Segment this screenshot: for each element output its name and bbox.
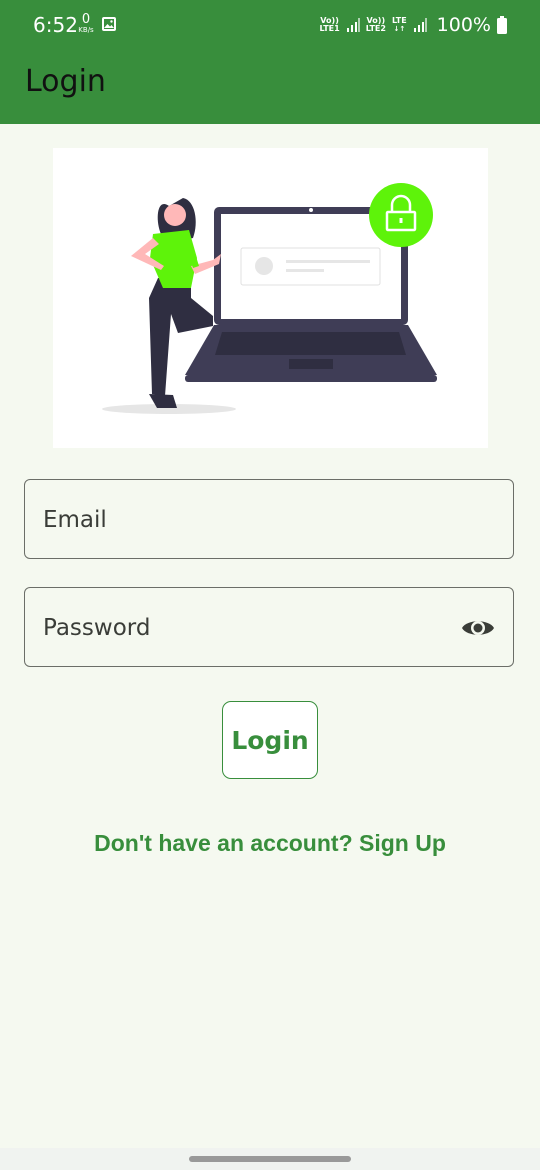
net-speed: 0 KB/s [75,12,97,34]
sim1-indicator: Vo)) LTE1 [319,17,339,33]
illustration-svg [102,183,437,414]
avatar-placeholder [255,257,273,275]
email-label: Email [43,507,107,533]
sim2-network: LTE2 [365,24,386,33]
sim2-data-type: LTE [391,16,407,25]
signup-link[interactable]: Don't have an account? Sign Up [0,830,540,857]
page-title: Login [25,64,106,99]
sim2-indicator: Vo)) LTE2 [366,17,386,33]
password-label: Password [43,615,151,641]
home-indicator[interactable] [189,1156,351,1162]
login-illustration [53,148,488,448]
net-speed-value: 0 [81,12,91,27]
eye-icon[interactable] [461,615,495,641]
net-speed-unit: KB/s [78,26,94,34]
email-field[interactable]: Email [24,479,514,559]
sim1-network: LTE1 [319,24,340,33]
battery-icon [497,16,507,34]
login-button[interactable]: Login [222,701,318,779]
status-bar: 6:52 0 KB/s Vo)) LTE1 Vo)) LTE2 LTE ↓↑ 1… [0,0,540,50]
password-field[interactable]: Password [24,587,514,667]
signal-icon [413,18,427,32]
status-indicators: Vo)) LTE1 Vo)) LTE2 LTE ↓↑ 100% [319,14,507,36]
sim2-data: LTE ↓↑ [391,16,407,34]
woman-face [164,204,186,226]
app-bar: Login [0,50,540,124]
battery-percent: 100% [436,14,491,36]
gallery-icon [102,17,116,31]
status-time: 6:52 [33,13,78,37]
laptop-camera [309,208,313,212]
navigation-bar [0,1148,540,1170]
signal-icon [346,18,360,32]
lock-icon [369,183,433,247]
